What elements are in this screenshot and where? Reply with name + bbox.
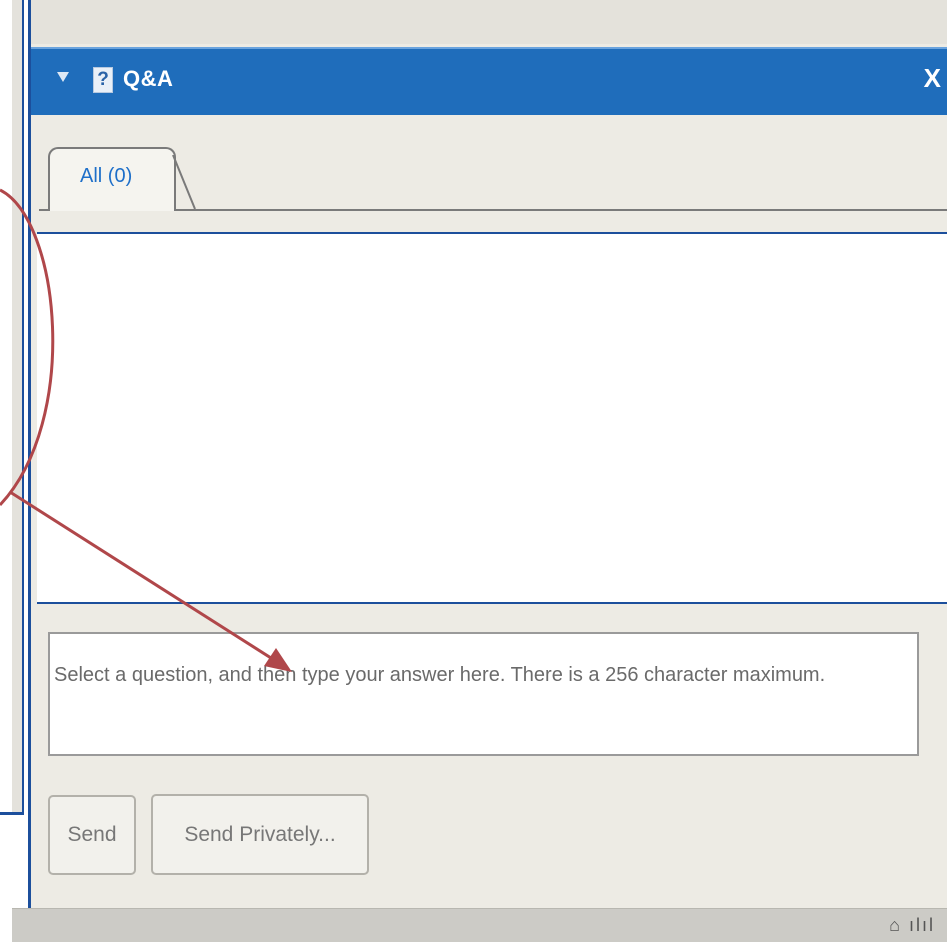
send-button[interactable]: Send <box>48 795 136 875</box>
logo-glyph-icon: ⌂ ılıl <box>889 915 935 935</box>
left-window-edge <box>0 0 28 942</box>
collapse-triangle-icon[interactable] <box>57 72 69 82</box>
tab-slant-edge <box>172 155 196 210</box>
send-privately-button[interactable]: Send Privately... <box>151 794 369 875</box>
tab-all[interactable]: All (0) <box>48 147 176 211</box>
qa-panel-header[interactable]: ? Q&A X <box>31 47 947 115</box>
qa-panel: ? Q&A X All (0) Send Send Privately... <box>28 0 947 942</box>
question-list[interactable] <box>37 232 947 604</box>
panel-title: Q&A <box>123 66 174 91</box>
tab-bar: All (0) <box>31 115 947 235</box>
left-strip-border <box>0 812 24 815</box>
panel-top-bar <box>31 0 947 44</box>
qa-help-icon: ? <box>93 67 113 93</box>
left-side-strip <box>12 0 24 815</box>
close-icon[interactable]: X <box>924 63 941 93</box>
answer-input[interactable] <box>48 632 919 756</box>
tab-all-label: All (0) <box>80 165 133 187</box>
status-bar: ⌂ ılıl <box>12 908 947 942</box>
